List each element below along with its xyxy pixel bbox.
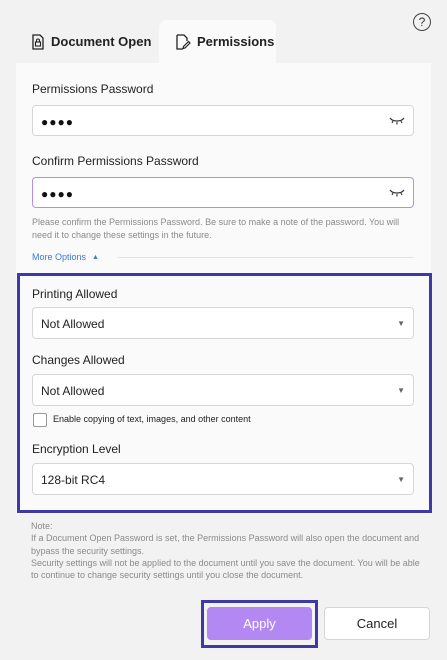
encryption-level-value: 128-bit RC4 <box>41 473 106 487</box>
more-options-label: More Options <box>32 252 87 262</box>
printing-allowed-value: Not Allowed <box>41 317 105 331</box>
copy-content-label: Enable copying of text, images, and othe… <box>53 414 251 424</box>
changes-allowed-value: Not Allowed <box>41 384 105 398</box>
note-title: Note: <box>31 521 53 531</box>
printing-allowed-select[interactable]: Not Allowed ▼ <box>32 307 414 339</box>
lock-document-icon <box>32 33 44 50</box>
apply-button[interactable]: Apply <box>207 607 312 640</box>
changes-allowed-label: Changes Allowed <box>32 353 125 367</box>
caret-up-icon: ▲ <box>92 254 99 261</box>
confirm-password-field[interactable]: ●●●● <box>32 177 414 208</box>
security-note: Note: If a Document Open Password is set… <box>31 520 421 581</box>
encryption-level-select[interactable]: 128-bit RC4 ▼ <box>32 463 414 495</box>
encryption-level-label: Encryption Level <box>32 442 121 456</box>
divider <box>118 257 414 258</box>
permissions-password-label: Permissions Password <box>32 82 154 96</box>
help-button[interactable]: ? <box>413 13 431 31</box>
cancel-button[interactable]: Cancel <box>324 607 430 640</box>
changes-allowed-select[interactable]: Not Allowed ▼ <box>32 374 414 406</box>
tab-document-open-label: Document Open <box>51 34 152 49</box>
more-options-link[interactable]: More Options ▲ <box>32 252 99 262</box>
password-hint: Please confirm the Permissions Password.… <box>32 217 400 240</box>
permissions-password-value: ●●●● <box>41 115 74 129</box>
edit-document-icon <box>176 33 191 50</box>
chevron-down-icon: ▼ <box>397 475 405 484</box>
chevron-down-icon: ▼ <box>397 386 405 395</box>
eye-closed-icon[interactable] <box>389 116 405 126</box>
printing-allowed-label: Printing Allowed <box>32 287 118 301</box>
confirm-password-label: Confirm Permissions Password <box>32 154 199 168</box>
permissions-password-field[interactable]: ●●●● <box>32 105 414 136</box>
copy-content-checkbox[interactable] <box>33 413 47 427</box>
confirm-password-value: ●●●● <box>41 187 74 201</box>
tab-permissions-label: Permissions <box>197 34 275 49</box>
tab-permissions[interactable]: Permissions <box>159 20 276 63</box>
eye-closed-icon[interactable] <box>389 188 405 198</box>
chevron-down-icon: ▼ <box>397 319 405 328</box>
note-line-2: Security settings will not be applied to… <box>31 557 420 581</box>
tab-document-open[interactable]: Document Open <box>31 20 151 63</box>
note-line-1: If a Document Open Password is set, the … <box>31 533 420 556</box>
question-circle-icon: ? <box>418 15 426 29</box>
